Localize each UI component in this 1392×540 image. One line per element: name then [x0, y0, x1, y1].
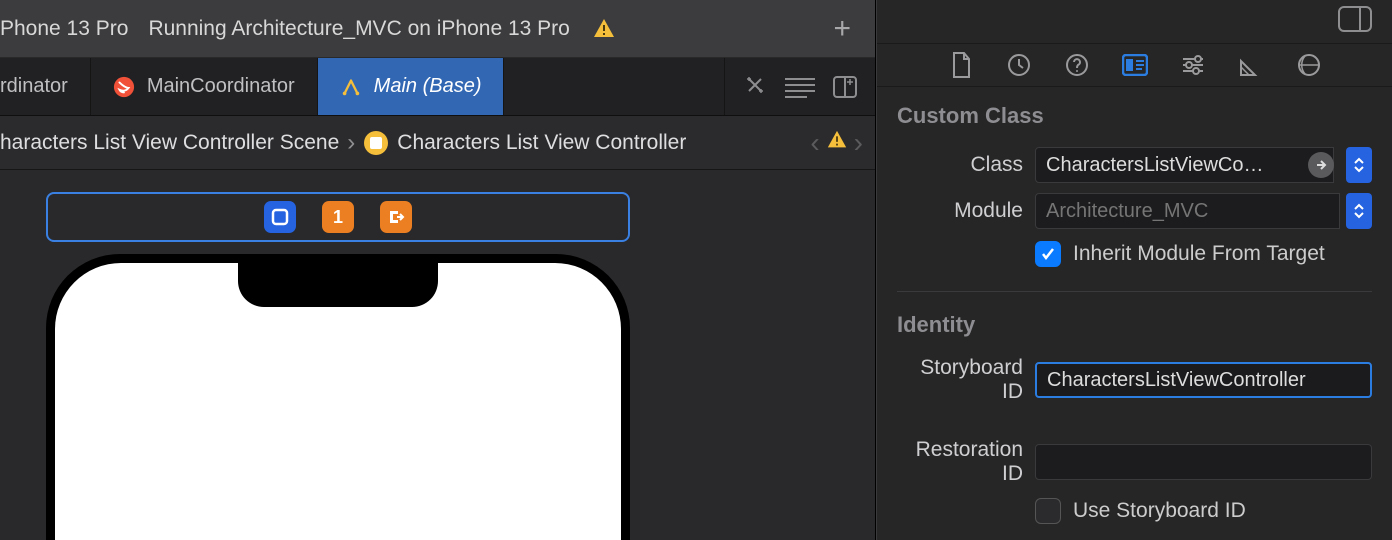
- help-inspector-tab[interactable]: [1062, 50, 1092, 80]
- view-controller-proxy[interactable]: [264, 201, 296, 233]
- tab-actions: [724, 58, 875, 115]
- exit-proxy[interactable]: [380, 201, 412, 233]
- restoration-id-label: Restoration ID: [897, 438, 1023, 486]
- inherit-module-row: Inherit Module From Target: [897, 241, 1372, 267]
- class-row: Class: [897, 147, 1372, 183]
- class-dropdown-button[interactable]: [1346, 147, 1372, 183]
- inspector-pane: Custom Class Class Module: [876, 0, 1392, 540]
- chevron-right-icon: ›: [347, 129, 355, 157]
- scene-dock[interactable]: 1: [46, 192, 630, 242]
- use-storyboard-id-label: Use Storyboard ID: [1073, 499, 1246, 523]
- class-input[interactable]: [1035, 147, 1334, 183]
- size-inspector-tab[interactable]: [1236, 50, 1266, 80]
- activity-bar: Phone 13 Pro Running Architecture_MVC on…: [0, 0, 875, 58]
- custom-class-section-title: Custom Class: [897, 103, 1372, 129]
- tab-bar: rdinator MainCoordinator Main (Base): [0, 58, 875, 116]
- restoration-id-input[interactable]: [1035, 444, 1372, 480]
- use-storyboard-id-row: Use Storyboard ID: [897, 498, 1372, 524]
- identity-inspector-tab[interactable]: [1120, 50, 1150, 80]
- connections-inspector-tab[interactable]: [1294, 50, 1324, 80]
- inspector-body: Custom Class Class Module: [877, 87, 1392, 540]
- identity-section-title: Identity: [897, 312, 1372, 338]
- adjust-editor-icon[interactable]: [785, 76, 815, 98]
- related-items-icon[interactable]: [743, 75, 767, 99]
- tab-main-coordinator[interactable]: MainCoordinator: [91, 58, 318, 115]
- history-inspector-tab[interactable]: [1004, 50, 1034, 80]
- warning-icon[interactable]: [592, 17, 616, 41]
- first-responder-proxy[interactable]: 1: [322, 201, 354, 233]
- storyboard-id-input[interactable]: [1035, 362, 1372, 398]
- add-editor-icon[interactable]: [833, 76, 857, 98]
- warning-icon[interactable]: [826, 129, 848, 157]
- storyboard-icon: [340, 76, 362, 98]
- view-controller-icon: [363, 130, 389, 156]
- inherit-module-checkbox[interactable]: [1035, 241, 1061, 267]
- class-label: Class: [897, 153, 1023, 177]
- section-divider: [897, 291, 1372, 292]
- module-input[interactable]: [1035, 193, 1340, 229]
- tab-coordinator[interactable]: rdinator: [0, 58, 91, 115]
- inspector-window-controls: [877, 0, 1392, 44]
- restoration-id-row: Restoration ID: [897, 438, 1372, 486]
- attributes-inspector-tab[interactable]: [1178, 50, 1208, 80]
- file-inspector-tab[interactable]: [946, 50, 976, 80]
- breadcrumb-scene[interactable]: haracters List View Controller Scene: [0, 131, 339, 155]
- build-status[interactable]: Running Architecture_MVC on iPhone 13 Pr…: [142, 17, 575, 41]
- swift-icon: [113, 76, 135, 98]
- module-dropdown-button[interactable]: [1346, 193, 1372, 229]
- module-label: Module: [897, 199, 1023, 223]
- device-frame[interactable]: [46, 254, 630, 540]
- add-tab-button[interactable]: +: [819, 12, 865, 46]
- jump-to-class-icon[interactable]: [1308, 152, 1334, 178]
- use-storyboard-id-checkbox[interactable]: [1035, 498, 1061, 524]
- inspector-tab-bar: [877, 44, 1392, 88]
- storyboard-id-label: Storyboard ID: [897, 356, 1023, 404]
- tab-label: Main (Base): [374, 75, 482, 98]
- chevron-left-icon[interactable]: ‹: [808, 127, 821, 159]
- tab-label: MainCoordinator: [147, 75, 295, 98]
- storyboard-canvas[interactable]: 1: [0, 170, 875, 540]
- device-notch: [238, 263, 438, 307]
- device-screen: [55, 263, 621, 540]
- inherit-module-label: Inherit Module From Target: [1073, 242, 1325, 266]
- panel-layout-icon[interactable]: [1338, 6, 1372, 37]
- crumb-navigation: ‹ ›: [808, 127, 865, 159]
- tab-label: rdinator: [0, 75, 68, 98]
- tab-main-base[interactable]: Main (Base): [318, 58, 505, 115]
- chevron-right-icon[interactable]: ›: [852, 127, 865, 159]
- device-name[interactable]: Phone 13 Pro: [0, 17, 142, 41]
- editor-pane: Phone 13 Pro Running Architecture_MVC on…: [0, 0, 876, 540]
- breadcrumb-view-controller[interactable]: Characters List View Controller: [397, 131, 686, 155]
- storyboard-id-row: Storyboard ID: [897, 356, 1372, 404]
- module-row: Module: [897, 193, 1372, 229]
- jump-bar: haracters List View Controller Scene › C…: [0, 116, 875, 170]
